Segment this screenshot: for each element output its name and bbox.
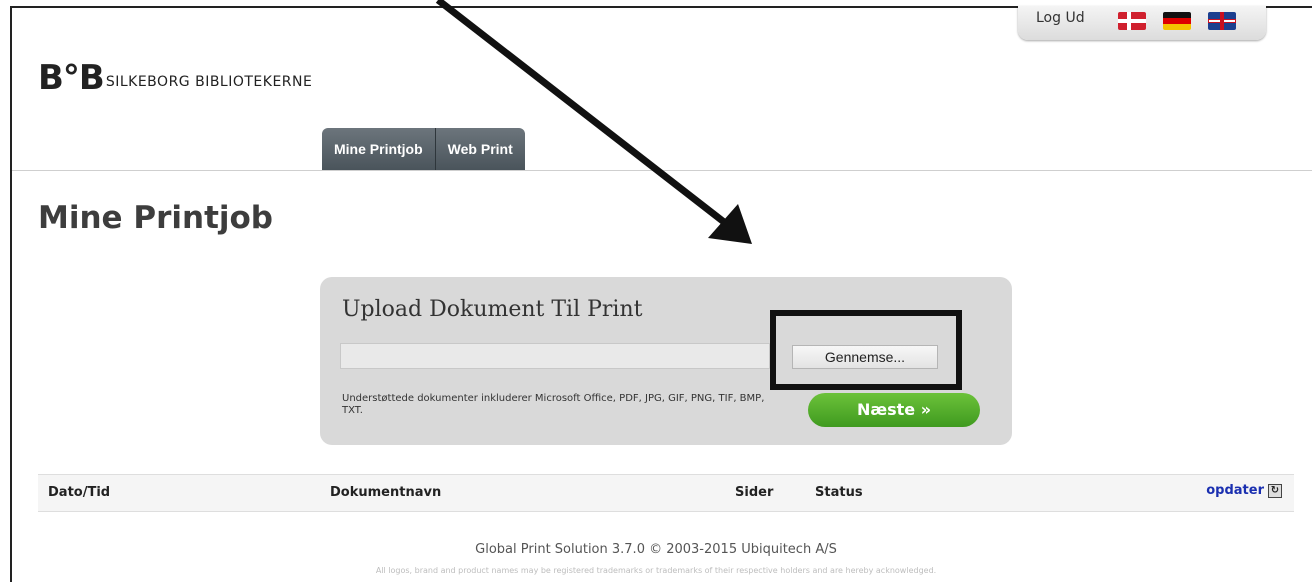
column-header-document[interactable]: Dokumentnavn — [330, 485, 441, 500]
column-header-pages[interactable]: Sider — [735, 485, 773, 500]
top-utility-bar: Log Ud — [1018, 6, 1266, 40]
logout-link[interactable]: Log Ud — [1036, 10, 1085, 26]
refresh-icon[interactable]: ↻ — [1268, 483, 1282, 498]
refresh-control[interactable]: opdater ↻ — [1206, 483, 1282, 498]
header-divider — [12, 170, 1312, 171]
library-logo[interactable]: B°B SILKEBORG BIBLIOTEKERNE — [38, 58, 313, 98]
next-button[interactable]: Næste » — [808, 393, 980, 427]
logo-text: SILKEBORG BIBLIOTEKERNE — [105, 74, 313, 90]
browse-button[interactable]: Gennemse... — [792, 345, 938, 369]
tab-web-print[interactable]: Web Print — [435, 128, 525, 170]
footer-trademark-notice: All logos, brand and product names may b… — [375, 566, 937, 575]
refresh-link[interactable]: opdater — [1206, 483, 1264, 498]
main-tabs: Mine Printjob Web Print — [322, 128, 525, 170]
upload-title: Upload Dokument Til Print — [342, 297, 643, 322]
jobs-table-header: Dato/Tid Dokumentnavn Sider Status opdat… — [38, 474, 1294, 512]
german-flag-icon[interactable] — [1163, 12, 1191, 30]
column-header-status[interactable]: Status — [815, 485, 863, 500]
supported-formats-text: Understøttede dokumenter inkluderer Micr… — [342, 393, 765, 416]
upload-panel: Upload Dokument Til Print Gennemse... Un… — [320, 277, 1012, 445]
tab-mine-printjob[interactable]: Mine Printjob — [322, 128, 436, 170]
footer-copyright: Global Print Solution 3.7.0 © 2003-2015 … — [475, 542, 837, 557]
logo-mark: B°B — [38, 58, 105, 98]
page-title: Mine Printjob — [38, 200, 273, 236]
uk-flag-icon[interactable] — [1208, 12, 1236, 30]
file-path-field[interactable] — [340, 343, 770, 369]
column-header-date[interactable]: Dato/Tid — [48, 485, 110, 500]
danish-flag-icon[interactable] — [1118, 12, 1146, 30]
